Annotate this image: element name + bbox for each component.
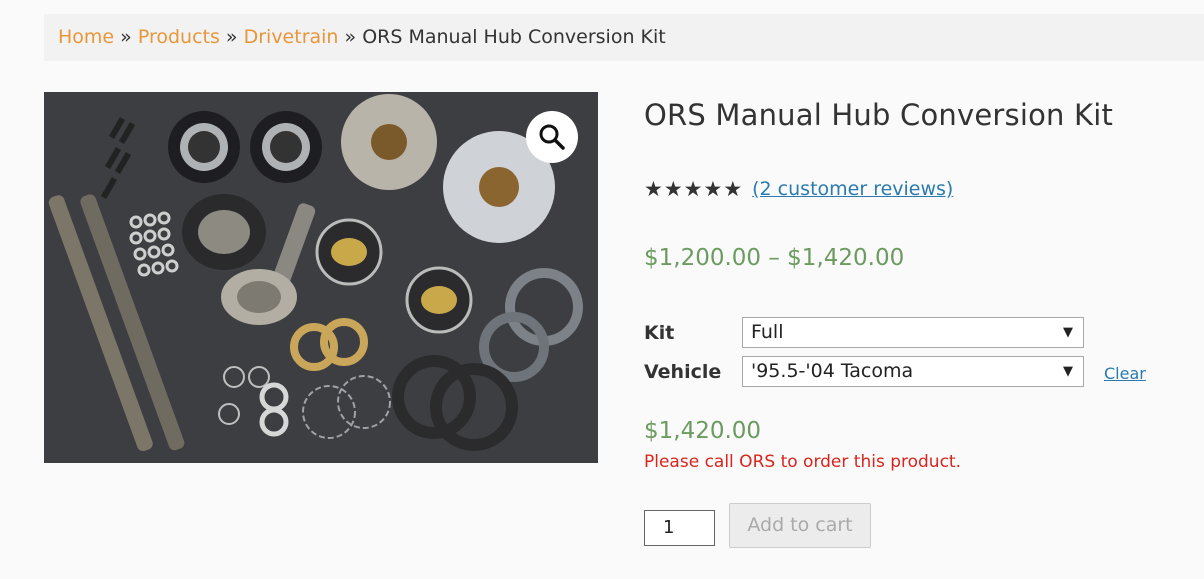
product-image[interactable] xyxy=(44,92,598,463)
product-title: ORS Manual Hub Conversion Kit xyxy=(644,98,1114,132)
variation-price: $1,420.00 xyxy=(644,418,762,444)
star-icon: ★ xyxy=(703,177,723,201)
breadcrumb-current: ORS Manual Hub Conversion Kit xyxy=(362,26,666,48)
kit-select[interactable]: Full ▼ xyxy=(742,317,1084,348)
star-icon: ★ xyxy=(644,177,663,201)
quantity-input[interactable]: 1 xyxy=(644,510,715,546)
breadcrumb-separator: » xyxy=(120,26,132,48)
breadcrumb: Home » Products » Drivetrain » ORS Manua… xyxy=(44,14,1204,61)
star-icon: ★ xyxy=(683,177,703,201)
kit-select-value: Full xyxy=(751,321,784,343)
price-range: $1,200.00 – $1,420.00 xyxy=(644,245,905,271)
clear-selection-link[interactable]: Clear xyxy=(1104,364,1146,383)
vehicle-select[interactable]: '95.5-'04 Tacoma ▼ xyxy=(742,356,1084,387)
magnifier-icon xyxy=(539,124,565,150)
customer-reviews-link[interactable]: (2 customer reviews) xyxy=(752,178,953,200)
product-photo xyxy=(44,92,598,463)
dropdown-arrow-icon: ▼ xyxy=(1063,364,1073,379)
add-to-cart-button[interactable]: Add to cart xyxy=(729,503,871,548)
vehicle-label: Vehicle xyxy=(644,361,722,383)
breadcrumb-separator: » xyxy=(225,26,238,48)
kit-label: Kit xyxy=(644,322,675,344)
product-rating: ★ ★ ★ ★ ★ (2 customer reviews) xyxy=(644,178,953,200)
breadcrumb-home-link[interactable]: Home xyxy=(58,26,114,48)
star-icon: ★ xyxy=(663,177,683,201)
breadcrumb-separator: » xyxy=(344,26,357,48)
dropdown-arrow-icon: ▼ xyxy=(1063,325,1073,340)
star-icon: ★ xyxy=(723,177,743,201)
star-rating: ★ ★ ★ ★ ★ xyxy=(644,178,742,200)
order-notice: Please call ORS to order this product. xyxy=(644,452,961,472)
vehicle-select-value: '95.5-'04 Tacoma xyxy=(751,360,914,382)
breadcrumb-drivetrain-link[interactable]: Drivetrain xyxy=(244,26,339,48)
zoom-button[interactable] xyxy=(526,111,578,163)
breadcrumb-products-link[interactable]: Products xyxy=(138,26,220,48)
